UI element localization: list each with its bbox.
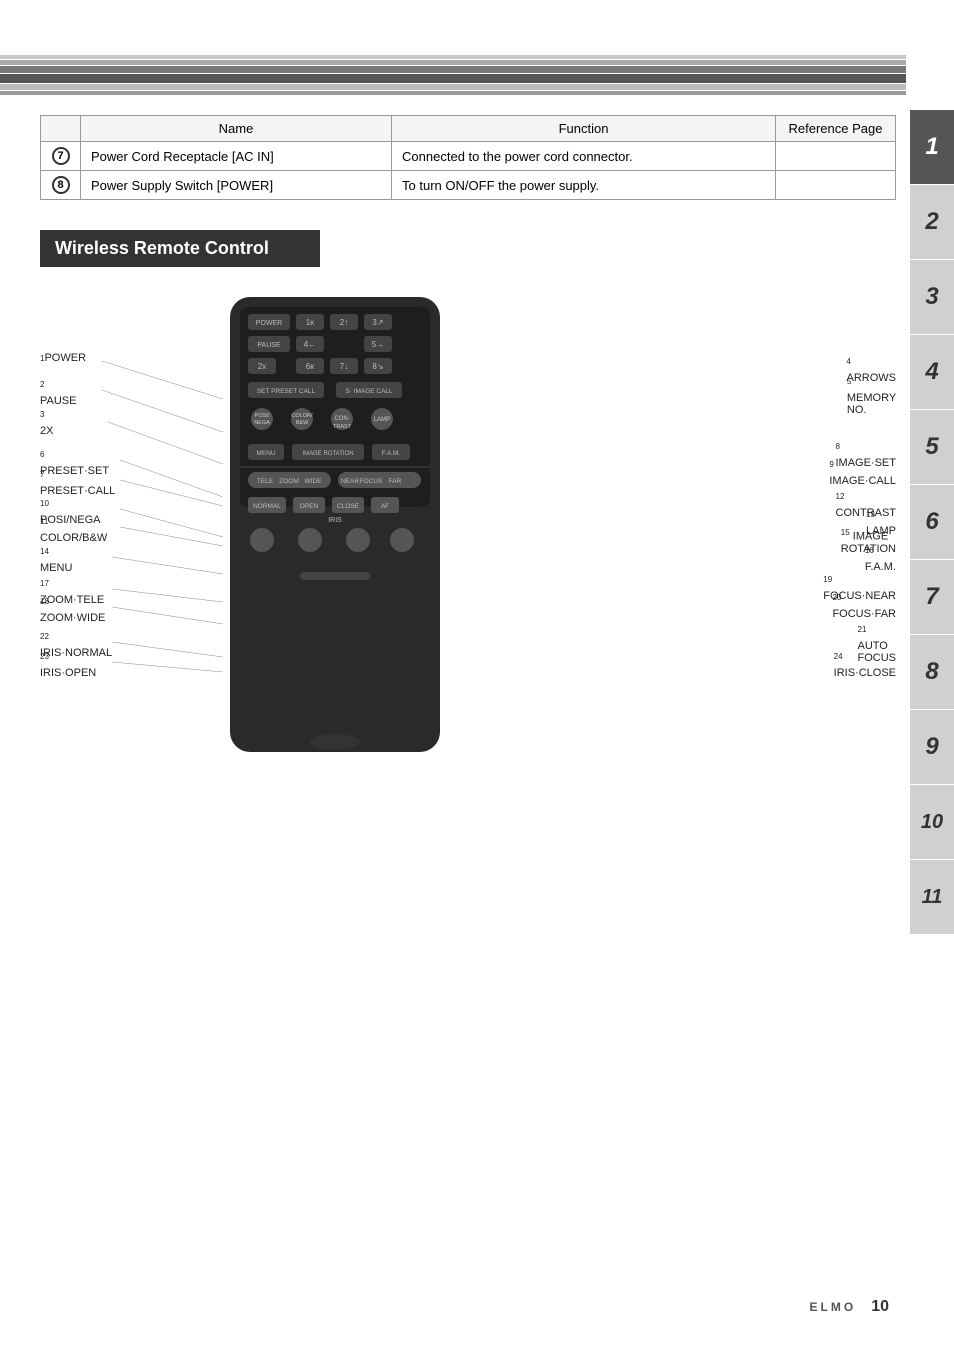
svg-text:IMAGE ROTATION: IMAGE ROTATION [302,451,353,457]
label-color-bw: 11 COLOR/B&W [40,517,107,544]
chapter-tab-6[interactable]: 6 [910,485,954,559]
svg-text:F.A.M.: F.A.M. [382,450,401,457]
stripe-3 [0,66,906,73]
label-pause: 2 PAUSE [40,380,76,407]
label-memory-no: 5 MEMORY NO. [847,377,896,416]
svg-text:7↓: 7↓ [340,362,348,371]
table-header-function: Function [392,116,776,142]
elmo-logo: ELMO [810,1300,857,1314]
svg-text:WIDE: WIDE [305,478,323,485]
svg-text:FOCUS: FOCUS [360,478,383,485]
row-name-7: Power Cord Receptacle [AC IN] [81,142,392,171]
svg-text:5→: 5→ [372,340,384,349]
svg-text:4←: 4← [304,340,316,349]
svg-text:CON-: CON- [334,416,349,422]
chapter-tab-11[interactable]: 11 [910,860,954,934]
svg-text:2↑: 2↑ [340,318,348,327]
svg-text:SET PRESET CALL: SET PRESET CALL [257,388,316,395]
chapter-tab-4[interactable]: 4 [910,335,954,409]
svg-text:POWER: POWER [256,320,282,327]
row-name-8: Power Supply Switch [POWER] [81,171,392,200]
label-menu: 14 MENU [40,547,72,574]
svg-text:TRAST: TRAST [333,424,352,430]
label-iris-open: 23 IRIS·OPEN [40,652,96,679]
table-header-name: Name [81,116,392,142]
row-function-7: Connected to the power cord connector. [392,142,776,171]
svg-text:2x: 2x [258,362,266,371]
svg-text:IRIS: IRIS [328,517,342,524]
label-iris-close: 24 IRIS·CLOSE [834,652,896,679]
row-num-7: 7 [41,142,81,171]
table-header-num [41,116,81,142]
stripe-1 [0,55,906,59]
svg-text:3↗: 3↗ [372,318,383,327]
chapter-tab-2[interactable]: 2 [910,185,954,259]
chapter-tab-7[interactable]: 7 [910,560,954,634]
svg-text:CLOSE: CLOSE [337,503,360,510]
row-ref-7 [776,142,896,171]
chapter-tabs: 1 2 3 4 5 6 7 8 9 10 11 [910,110,954,934]
svg-text:ZOOM: ZOOM [279,478,299,485]
chapter-tab-1[interactable]: 1 [910,110,954,184]
chapter-tab-3[interactable]: 3 [910,260,954,334]
svg-text:TELE: TELE [257,478,274,485]
main-content: Name Function Reference Page 7 Power Cor… [40,115,896,792]
svg-text:LAMP: LAMP [374,417,390,423]
page-footer: ELMO 10 [810,1298,889,1316]
svg-text:S· IMAGE CALL: S· IMAGE CALL [345,388,393,395]
svg-text:PAUSE: PAUSE [257,342,281,349]
svg-text:MENU: MENU [256,450,275,457]
row-num-8: 8 [41,171,81,200]
svg-text:AF: AF [381,503,389,510]
svg-text:COLOR/: COLOR/ [291,413,313,419]
stripe-5 [0,84,906,90]
svg-text:OPEN: OPEN [300,503,319,510]
chapter-tab-5[interactable]: 5 [910,410,954,484]
page: 1 2 3 4 5 6 7 8 9 10 11 Name Function Re… [0,0,954,1351]
row-function-8: To turn ON/OFF the power supply. [392,171,776,200]
table-row: 7 Power Cord Receptacle [AC IN] Connecte… [41,142,896,171]
stripe-4 [0,74,906,83]
svg-text:1κ: 1κ [306,318,315,327]
svg-text:FAR: FAR [389,478,402,485]
stripe-6 [0,91,906,95]
table-header-ref: Reference Page [776,116,896,142]
table-row: 8 Power Supply Switch [POWER] To turn ON… [41,171,896,200]
page-number: 10 [871,1298,889,1316]
section-header: Wireless Remote Control [40,230,320,267]
remote-svg: POWER 1κ 2↑ 3↗ PAUSE 4← 5→ 2x [220,292,450,762]
label-image-call: 9 IMAGE·CALL [829,460,896,487]
parts-table: Name Function Reference Page 7 Power Cor… [40,115,896,200]
svg-text:6κ: 6κ [306,362,315,371]
svg-text:8↘: 8↘ [372,362,383,371]
label-zoom-wide: 18 ZOOM·WIDE [40,597,105,624]
svg-text:NEGA: NEGA [254,420,270,426]
label-focus-far: 20 FOCUS·FAR [832,593,896,620]
row-ref-8 [776,171,896,200]
svg-text:NORMAL: NORMAL [253,503,281,510]
remote-control: POWER 1κ 2↑ 3↗ PAUSE 4← 5→ 2x [220,292,450,767]
svg-text:B&W: B&W [296,420,309,426]
label-fam: 16 F.A.M. [865,546,896,573]
header-stripes [0,55,906,95]
label-preset-call: 7 PRESET·CALL [40,470,115,497]
svg-text:POSI/: POSI/ [255,413,270,419]
remote-diagram: POWER 1κ 2↑ 3↗ PAUSE 4← 5→ 2x [40,292,896,792]
label-2x: 3 2X [40,410,53,437]
chapter-tab-10[interactable]: 10 [910,785,954,859]
label-power: 1 POWER [40,352,86,364]
chapter-tab-8[interactable]: 8 [910,635,954,709]
svg-text:NEAR: NEAR [341,478,359,485]
chapter-tab-9[interactable]: 9 [910,710,954,784]
stripe-2 [0,60,906,65]
